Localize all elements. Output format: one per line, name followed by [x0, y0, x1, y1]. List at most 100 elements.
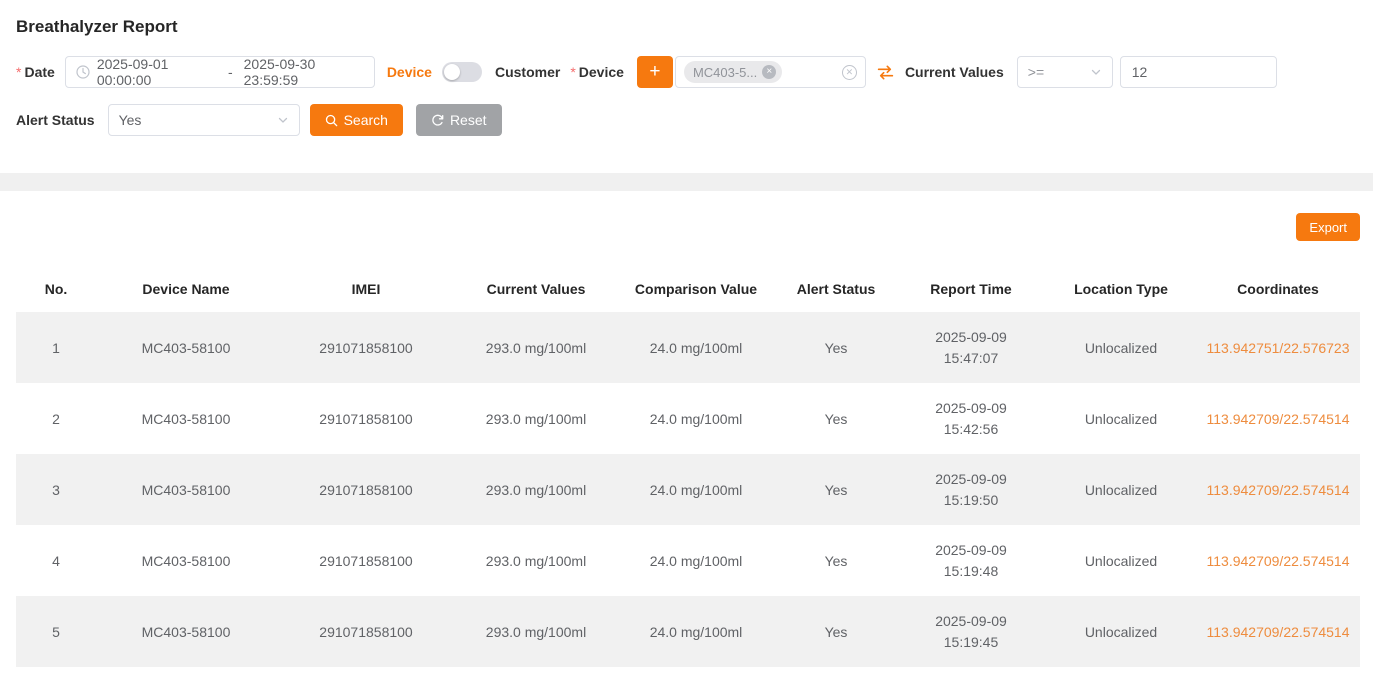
col-header-comparison-value: Comparison Value — [616, 266, 776, 312]
table-row: 4 MC403-58100 291071858100 293.0 mg/100m… — [16, 525, 1360, 596]
device-tag: MC403-5... × — [684, 61, 782, 83]
cell-location-type: Unlocalized — [1046, 525, 1196, 596]
filter-panel: *Date 2025-09-01 00:00:00 - 2025-09-30 2… — [0, 56, 1373, 136]
chevron-down-icon — [1090, 66, 1102, 78]
threshold-input[interactable] — [1120, 56, 1277, 88]
cell-report-time: 2025-09-09 15:19:50 — [896, 454, 1046, 525]
cell-alert-status: Yes — [776, 383, 896, 454]
cell-comparison-value: 24.0 mg/100ml — [616, 454, 776, 525]
date-end-value[interactable]: 2025-09-30 23:59:59 — [244, 56, 364, 88]
date-range-input[interactable]: 2025-09-01 00:00:00 - 2025-09-30 23:59:5… — [65, 56, 375, 88]
coordinates-link[interactable]: 113.942751/22.576723 — [1207, 340, 1350, 356]
cell-no: 2 — [16, 383, 96, 454]
report-time: 15:19:48 — [896, 561, 1046, 582]
export-button[interactable]: Export — [1296, 213, 1360, 241]
cell-device-name: MC403-58100 — [96, 454, 276, 525]
current-values-label: Current Values — [905, 64, 1004, 80]
cell-no: 5 — [16, 596, 96, 667]
report-time: 15:19:45 — [896, 632, 1046, 653]
device-customer-toggle[interactable] — [442, 62, 482, 82]
table-header-row: No. Device Name IMEI Current Values Comp… — [16, 266, 1360, 312]
alert-status-label: Alert Status — [16, 112, 95, 128]
report-date: 2025-09-09 — [896, 327, 1046, 348]
col-header-alert-status: Alert Status — [776, 266, 896, 312]
alert-status-select[interactable]: Yes — [108, 104, 300, 136]
cell-alert-status: Yes — [776, 312, 896, 383]
cell-imei: 291071858100 — [276, 312, 456, 383]
cell-coordinates: 113.942709/22.574514 — [1196, 383, 1360, 454]
table-body: 1 MC403-58100 291071858100 293.0 mg/100m… — [16, 312, 1360, 667]
cell-imei: 291071858100 — [276, 596, 456, 667]
filter-row-1: *Date 2025-09-01 00:00:00 - 2025-09-30 2… — [16, 56, 1357, 88]
cell-device-name: MC403-58100 — [96, 312, 276, 383]
reset-button-label: Reset — [450, 112, 487, 128]
cell-coordinates: 113.942709/22.574514 — [1196, 525, 1360, 596]
cell-current-values: 293.0 mg/100ml — [456, 596, 616, 667]
search-button-label: Search — [344, 112, 388, 128]
cell-comparison-value: 24.0 mg/100ml — [616, 312, 776, 383]
cell-current-values: 293.0 mg/100ml — [456, 312, 616, 383]
cell-location-type: Unlocalized — [1046, 454, 1196, 525]
cell-alert-status: Yes — [776, 525, 896, 596]
cell-coordinates: 113.942709/22.574514 — [1196, 596, 1360, 667]
cell-imei: 291071858100 — [276, 383, 456, 454]
col-header-location-type: Location Type — [1046, 266, 1196, 312]
cell-comparison-value: 24.0 mg/100ml — [616, 383, 776, 454]
alert-status-value: Yes — [119, 112, 142, 128]
report-time: 15:47:07 — [896, 348, 1046, 369]
coordinates-link[interactable]: 113.942709/22.574514 — [1207, 553, 1350, 569]
cell-location-type: Unlocalized — [1046, 596, 1196, 667]
col-header-device-name: Device Name — [96, 266, 276, 312]
col-header-no: No. — [16, 266, 96, 312]
col-header-report-time: Report Time — [896, 266, 1046, 312]
cell-imei: 291071858100 — [276, 454, 456, 525]
table-row: 2 MC403-58100 291071858100 293.0 mg/100m… — [16, 383, 1360, 454]
device-tag-label: MC403-5... — [693, 65, 757, 80]
search-icon — [325, 114, 338, 127]
cell-comparison-value: 24.0 mg/100ml — [616, 596, 776, 667]
swap-icon[interactable] — [877, 64, 894, 81]
clock-icon — [76, 65, 90, 79]
col-header-imei: IMEI — [276, 266, 456, 312]
search-button[interactable]: Search — [310, 104, 403, 136]
coordinates-link[interactable]: 113.942709/22.574514 — [1207, 624, 1350, 640]
cell-device-name: MC403-58100 — [96, 383, 276, 454]
add-device-button[interactable]: + — [637, 56, 673, 88]
report-date: 2025-09-09 — [896, 540, 1046, 561]
cell-current-values: 293.0 mg/100ml — [456, 454, 616, 525]
col-header-current-values: Current Values — [456, 266, 616, 312]
coordinates-link[interactable]: 113.942709/22.574514 — [1207, 482, 1350, 498]
report-date: 2025-09-09 — [896, 469, 1046, 490]
cell-device-name: MC403-58100 — [96, 596, 276, 667]
clear-select-icon[interactable]: ✕ — [842, 65, 857, 80]
cell-alert-status: Yes — [776, 596, 896, 667]
filter-row-2: Alert Status Yes Search Reset — [16, 104, 1357, 136]
cell-report-time: 2025-09-09 15:47:07 — [896, 312, 1046, 383]
tag-close-icon[interactable]: × — [762, 65, 776, 79]
reset-icon — [431, 114, 444, 127]
cell-imei: 291071858100 — [276, 525, 456, 596]
cell-no: 3 — [16, 454, 96, 525]
operator-select[interactable]: >= — [1017, 56, 1113, 88]
cell-current-values: 293.0 mg/100ml — [456, 525, 616, 596]
table-row: 3 MC403-58100 291071858100 293.0 mg/100m… — [16, 454, 1360, 525]
table-row: 1 MC403-58100 291071858100 293.0 mg/100m… — [16, 312, 1360, 383]
reset-button[interactable]: Reset — [416, 104, 502, 136]
chevron-down-icon — [277, 114, 289, 126]
coordinates-link[interactable]: 113.942709/22.574514 — [1207, 411, 1350, 427]
date-start-value[interactable]: 2025-09-01 00:00:00 — [97, 56, 217, 88]
cell-report-time: 2025-09-09 15:19:48 — [896, 525, 1046, 596]
required-asterisk: * — [570, 64, 575, 80]
cell-location-type: Unlocalized — [1046, 312, 1196, 383]
cell-alert-status: Yes — [776, 454, 896, 525]
device-label: *Device — [570, 64, 624, 80]
report-table: No. Device Name IMEI Current Values Comp… — [16, 266, 1360, 667]
required-asterisk: * — [16, 64, 21, 80]
cell-coordinates: 113.942709/22.574514 — [1196, 454, 1360, 525]
toggle-knob — [444, 64, 460, 80]
device-select[interactable]: MC403-5... × ✕ — [675, 56, 866, 88]
toggle-device-label: Device — [387, 64, 432, 80]
cell-no: 4 — [16, 525, 96, 596]
cell-report-time: 2025-09-09 15:19:45 — [896, 596, 1046, 667]
report-date: 2025-09-09 — [896, 398, 1046, 419]
